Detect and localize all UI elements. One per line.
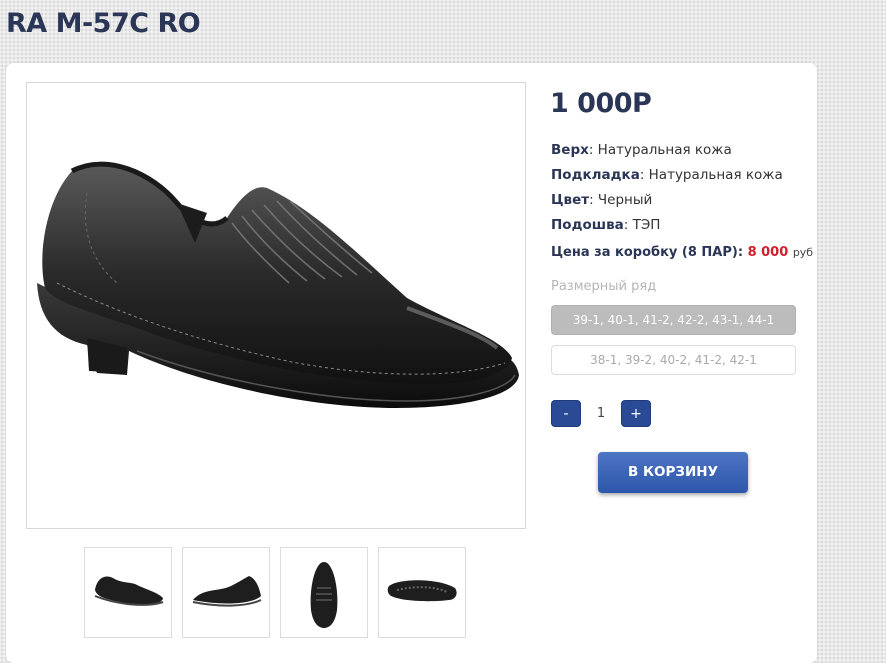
shoe-thumbnail-icon bbox=[387, 580, 457, 602]
gallery-thumbnail-2[interactable] bbox=[182, 547, 270, 638]
spec-color: Цвет: Черный bbox=[551, 191, 811, 216]
quantity-increase-button[interactable]: + bbox=[621, 400, 651, 427]
spec-value: : Натуральная кожа bbox=[639, 167, 783, 183]
size-option-selected[interactable]: 39-1, 40-1, 41-2, 42-2, 43-1, 44-1 bbox=[551, 305, 796, 335]
quantity-decrease-button[interactable]: - bbox=[551, 400, 581, 427]
gallery-thumbnail-1[interactable] bbox=[84, 547, 172, 638]
spec-label: Подкладка bbox=[551, 167, 640, 183]
spec-sole: Подошва: ТЭП bbox=[551, 216, 811, 241]
shoe-image bbox=[37, 161, 519, 408]
spec-value: : Черный bbox=[589, 192, 653, 208]
page-title: RA M-57C RO bbox=[6, 8, 201, 39]
box-price-unit: руб bbox=[792, 246, 814, 259]
spec-lining: Подкладка: Натуральная кожа bbox=[551, 166, 811, 191]
spec-upper: Верх: Натуральная кожа bbox=[551, 141, 811, 166]
spec-label: Цвет bbox=[551, 192, 590, 208]
spec-label: Подошва bbox=[551, 217, 624, 233]
add-to-cart-button[interactable]: В КОРЗИНУ bbox=[598, 452, 748, 493]
main-product-image[interactable] bbox=[26, 82, 526, 529]
shoe-thumbnail-icon bbox=[94, 576, 164, 606]
size-option[interactable]: 38-1, 39-2, 40-2, 41-2, 42-1 bbox=[551, 345, 796, 375]
spec-value: : Натуральная кожа bbox=[588, 142, 732, 158]
product-specs: Верх: Натуральная кожа Подкладка: Натура… bbox=[551, 141, 811, 241]
box-price-label: Цена за коробку (8 ПАР): bbox=[551, 245, 744, 260]
box-price: Цена за коробку (8 ПАР): 8 000 руб bbox=[551, 245, 813, 260]
shoe-thumbnail-icon bbox=[310, 562, 338, 628]
quantity-value[interactable]: 1 bbox=[582, 400, 620, 427]
product-price: 1 000Р bbox=[550, 88, 652, 119]
box-price-value: 8 000 bbox=[747, 245, 789, 260]
gallery-thumbnail-4[interactable] bbox=[378, 547, 466, 638]
spec-value: : ТЭП bbox=[623, 217, 661, 233]
spec-label: Верх bbox=[551, 142, 589, 158]
size-range-label: Размерный ряд bbox=[551, 279, 657, 294]
shoe-thumbnail-icon bbox=[192, 576, 262, 607]
gallery-thumbnail-3[interactable] bbox=[280, 547, 368, 638]
